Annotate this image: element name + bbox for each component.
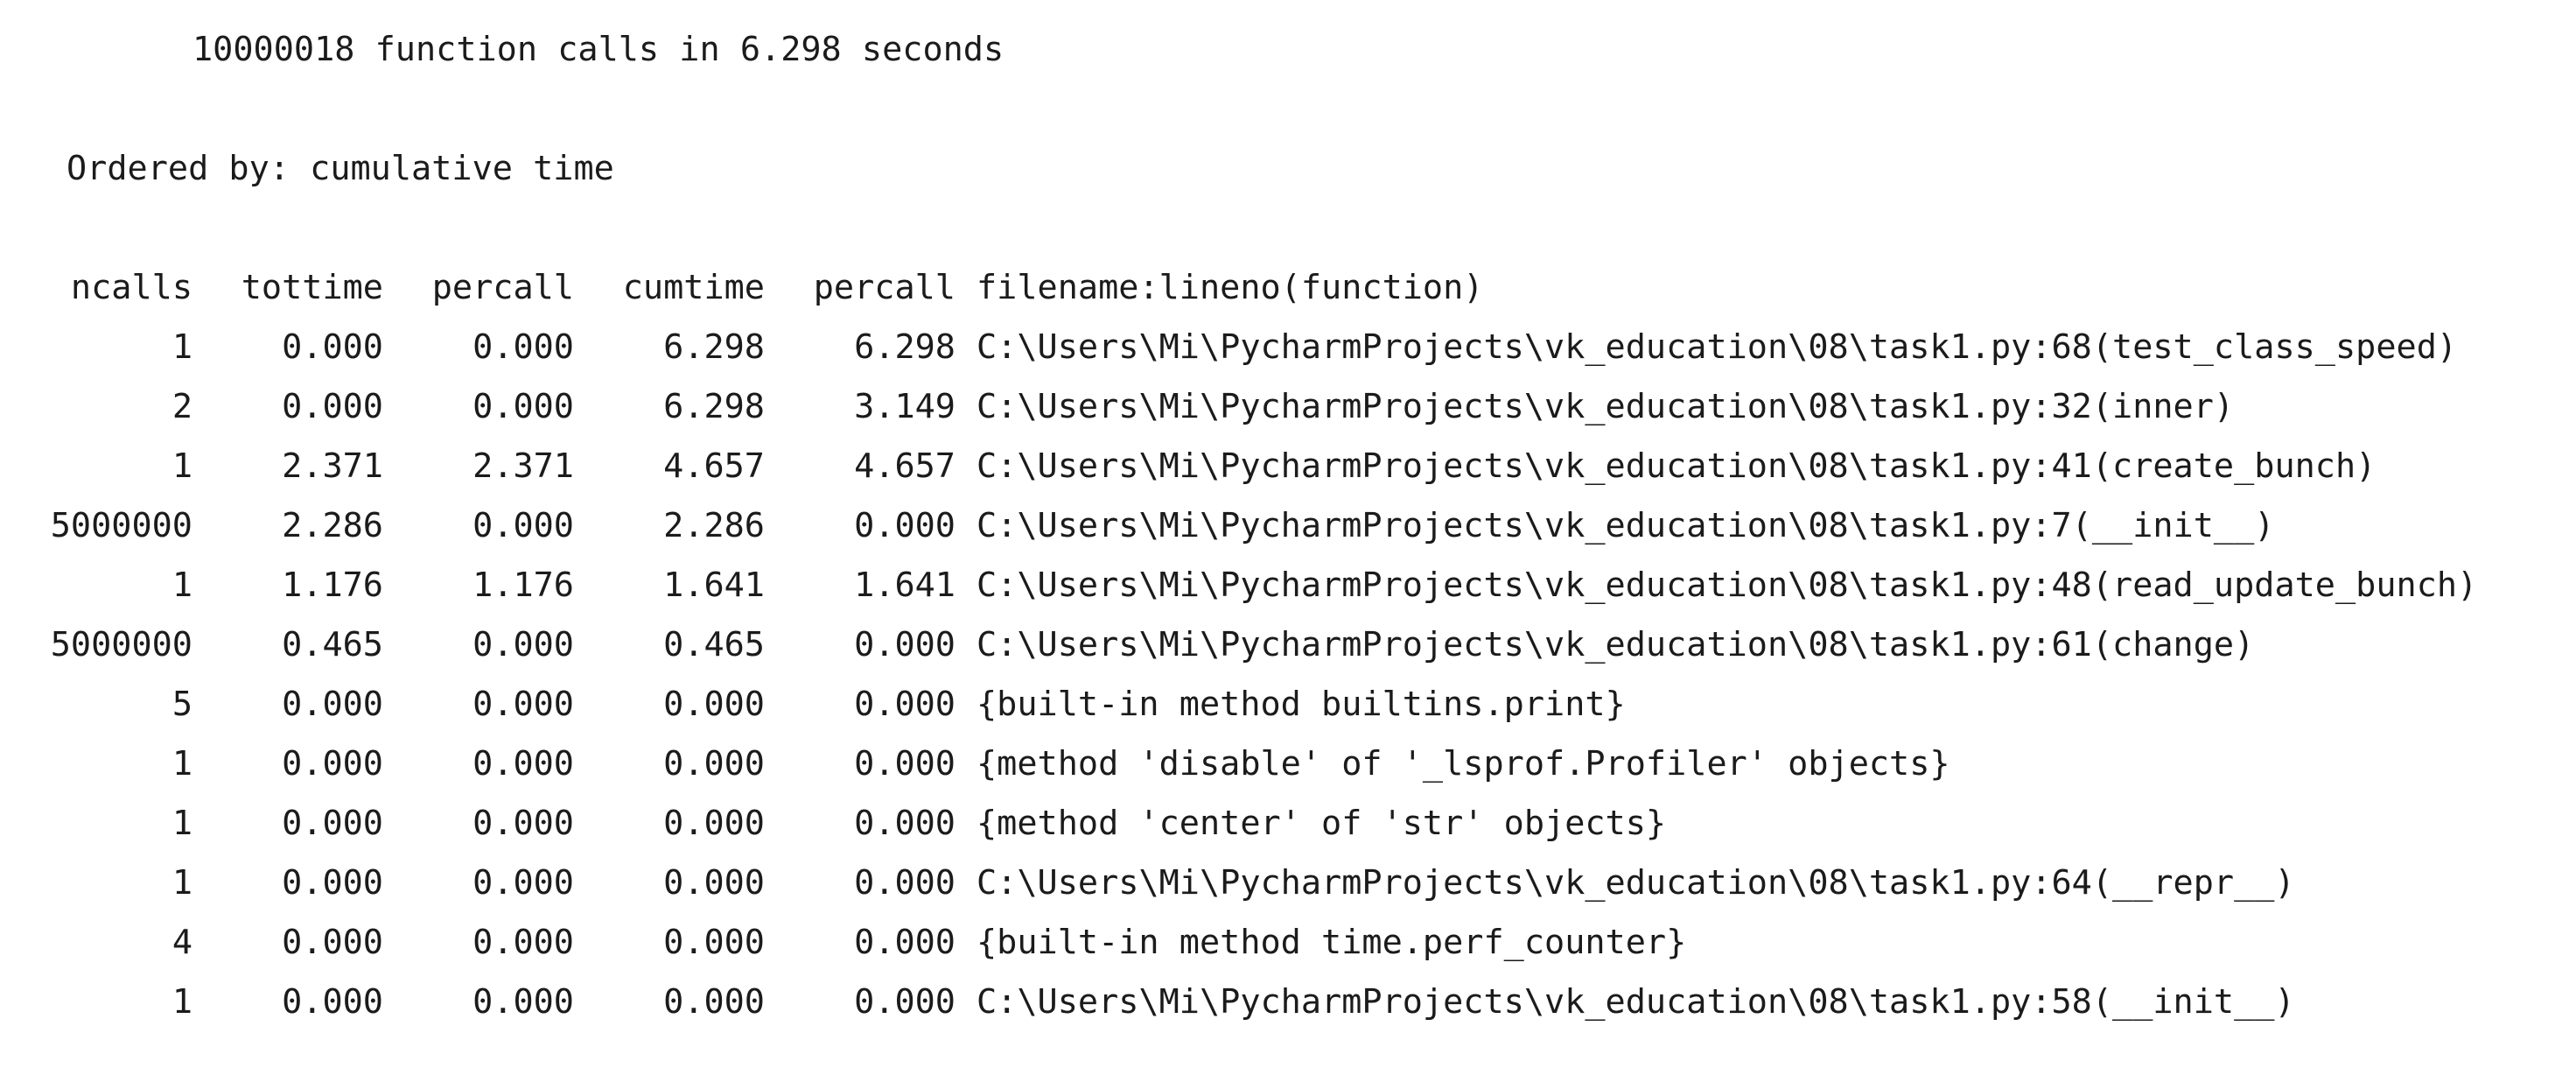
- cell-ncalls: 1: [172, 446, 192, 486]
- cell-cumtime: 0.000: [663, 982, 765, 1022]
- cell-function: C:\Users\Mi\PycharmProjects\vk_education…: [976, 327, 2458, 367]
- table-row: 1 2.371 2.371 4.657 4.657 C:\Users\Mi\Py…: [0, 437, 2576, 496]
- cell-ncalls: 1: [172, 566, 192, 605]
- header-percall-cumulative: percall: [813, 268, 956, 307]
- cell-function: {method 'disable' of '_lsprof.Profiler' …: [976, 744, 1950, 783]
- cell-function: C:\Users\Mi\PycharmProjects\vk_education…: [976, 506, 2275, 545]
- cell-percall-cumulative: 0.000: [854, 685, 956, 724]
- cell-cumtime: 0.465: [663, 625, 765, 664]
- cell-cumtime: 0.000: [663, 685, 765, 724]
- cell-percall: 1.176: [472, 566, 574, 605]
- cell-tottime: 0.000: [282, 685, 383, 724]
- cell-ncalls: 1: [172, 744, 192, 783]
- header-cumtime: cumtime: [622, 268, 765, 307]
- cell-cumtime: 0.000: [663, 744, 765, 783]
- cell-percall-cumulative: 3.149: [854, 387, 956, 426]
- cell-tottime: 2.286: [282, 506, 383, 545]
- cell-tottime: 0.000: [282, 744, 383, 783]
- cell-percall-cumulative: 0.000: [854, 506, 956, 545]
- cell-ncalls: 1: [172, 982, 192, 1022]
- cell-ncalls: 1: [172, 863, 192, 903]
- cell-percall-cumulative: 0.000: [854, 804, 956, 843]
- cell-percall: 0.000: [472, 744, 574, 783]
- table-row: 5000000 2.286 0.000 2.286 0.000 C:\Users…: [0, 496, 2576, 556]
- cell-function: C:\Users\Mi\PycharmProjects\vk_education…: [976, 863, 2295, 903]
- cell-tottime: 0.000: [282, 982, 383, 1022]
- cell-percall-cumulative: 0.000: [854, 625, 956, 664]
- profiler-output: 10000018 function calls in 6.298 seconds…: [0, 20, 2576, 1032]
- cell-percall-cumulative: 4.657: [854, 446, 956, 486]
- header-function: filename:lineno(function): [976, 268, 1484, 307]
- cell-percall: 0.000: [472, 923, 574, 962]
- cell-cumtime: 2.286: [663, 506, 765, 545]
- cell-tottime: 0.000: [282, 804, 383, 843]
- cell-tottime: 2.371: [282, 446, 383, 486]
- table-row: 4 0.000 0.000 0.000 0.000 {built-in meth…: [0, 913, 2576, 973]
- cell-percall-cumulative: 1.641: [854, 566, 956, 605]
- cell-tottime: 0.000: [282, 387, 383, 426]
- cell-function: C:\Users\Mi\PycharmProjects\vk_education…: [976, 387, 2235, 426]
- cell-percall: 0.000: [472, 982, 574, 1022]
- cell-ncalls: 4: [172, 923, 192, 962]
- cell-percall-cumulative: 0.000: [854, 982, 956, 1022]
- cell-ncalls: 5000000: [50, 506, 192, 545]
- table-row: 1 0.000 0.000 0.000 0.000 {method 'cente…: [0, 794, 2576, 854]
- table-row: 5 0.000 0.000 0.000 0.000 {built-in meth…: [0, 675, 2576, 734]
- header-ncalls: ncalls: [70, 268, 192, 307]
- table-row: 1 0.000 0.000 0.000 0.000 C:\Users\Mi\Py…: [0, 973, 2576, 1032]
- cell-percall: 0.000: [472, 387, 574, 426]
- table-row: 1 0.000 0.000 6.298 6.298 C:\Users\Mi\Py…: [0, 318, 2576, 377]
- cell-cumtime: 0.000: [663, 923, 765, 962]
- cell-ncalls: 1: [172, 804, 192, 843]
- cell-function: {built-in method time.perf_counter}: [976, 923, 1687, 962]
- table-row: 1 1.176 1.176 1.641 1.641 C:\Users\Mi\Py…: [0, 556, 2576, 615]
- cell-function: {built-in method builtins.print}: [976, 685, 1626, 724]
- cell-percall: 0.000: [472, 685, 574, 724]
- cell-percall: 0.000: [472, 625, 574, 664]
- table-row: 1 0.000 0.000 0.000 0.000 C:\Users\Mi\Py…: [0, 854, 2576, 913]
- cell-percall: 0.000: [472, 804, 574, 843]
- cell-cumtime: 6.298: [663, 387, 765, 426]
- cell-function: C:\Users\Mi\PycharmProjects\vk_education…: [976, 446, 2376, 486]
- cell-function: C:\Users\Mi\PycharmProjects\vk_education…: [976, 625, 2255, 664]
- cell-percall-cumulative: 6.298: [854, 327, 956, 367]
- header-percall: percall: [431, 268, 574, 307]
- cell-ncalls: 5000000: [50, 625, 192, 664]
- profile-summary: 10000018 function calls in 6.298 seconds: [192, 30, 1004, 69]
- cell-cumtime: 6.298: [663, 327, 765, 367]
- table-row: 1 0.000 0.000 0.000 0.000 {method 'disab…: [0, 734, 2576, 794]
- cell-function: {method 'center' of 'str' objects}: [976, 804, 1667, 843]
- cell-ncalls: 2: [172, 387, 192, 426]
- header-tottime: tottime: [241, 268, 383, 307]
- cell-tottime: 0.465: [282, 625, 383, 664]
- cell-tottime: 0.000: [282, 923, 383, 962]
- table-row: 2 0.000 0.000 6.298 3.149 C:\Users\Mi\Py…: [0, 377, 2576, 437]
- cell-percall: 0.000: [472, 863, 574, 903]
- ordered-by-line: Ordered by: cumulative time: [66, 149, 614, 188]
- cell-tottime: 0.000: [282, 327, 383, 367]
- cell-cumtime: 1.641: [663, 566, 765, 605]
- cell-percall: 0.000: [472, 327, 574, 367]
- cell-percall: 2.371: [472, 446, 574, 486]
- cell-cumtime: 0.000: [663, 863, 765, 903]
- cell-percall: 0.000: [472, 506, 574, 545]
- cell-percall-cumulative: 0.000: [854, 923, 956, 962]
- cell-ncalls: 1: [172, 327, 192, 367]
- cell-function: C:\Users\Mi\PycharmProjects\vk_education…: [976, 982, 2295, 1022]
- cell-cumtime: 0.000: [663, 804, 765, 843]
- cell-cumtime: 4.657: [663, 446, 765, 486]
- cell-tottime: 0.000: [282, 863, 383, 903]
- table-row: 5000000 0.465 0.000 0.465 0.000 C:\Users…: [0, 615, 2576, 675]
- cell-function: C:\Users\Mi\PycharmProjects\vk_education…: [976, 566, 2478, 605]
- cell-percall-cumulative: 0.000: [854, 744, 956, 783]
- cell-percall-cumulative: 0.000: [854, 863, 956, 903]
- cell-tottime: 1.176: [282, 566, 383, 605]
- stats-table-body: 1 0.000 0.000 6.298 6.298 C:\Users\Mi\Py…: [0, 318, 2576, 1032]
- stats-table-header: ncalls tottime percall cumtime percall f…: [0, 258, 2576, 318]
- cell-ncalls: 5: [172, 685, 192, 724]
